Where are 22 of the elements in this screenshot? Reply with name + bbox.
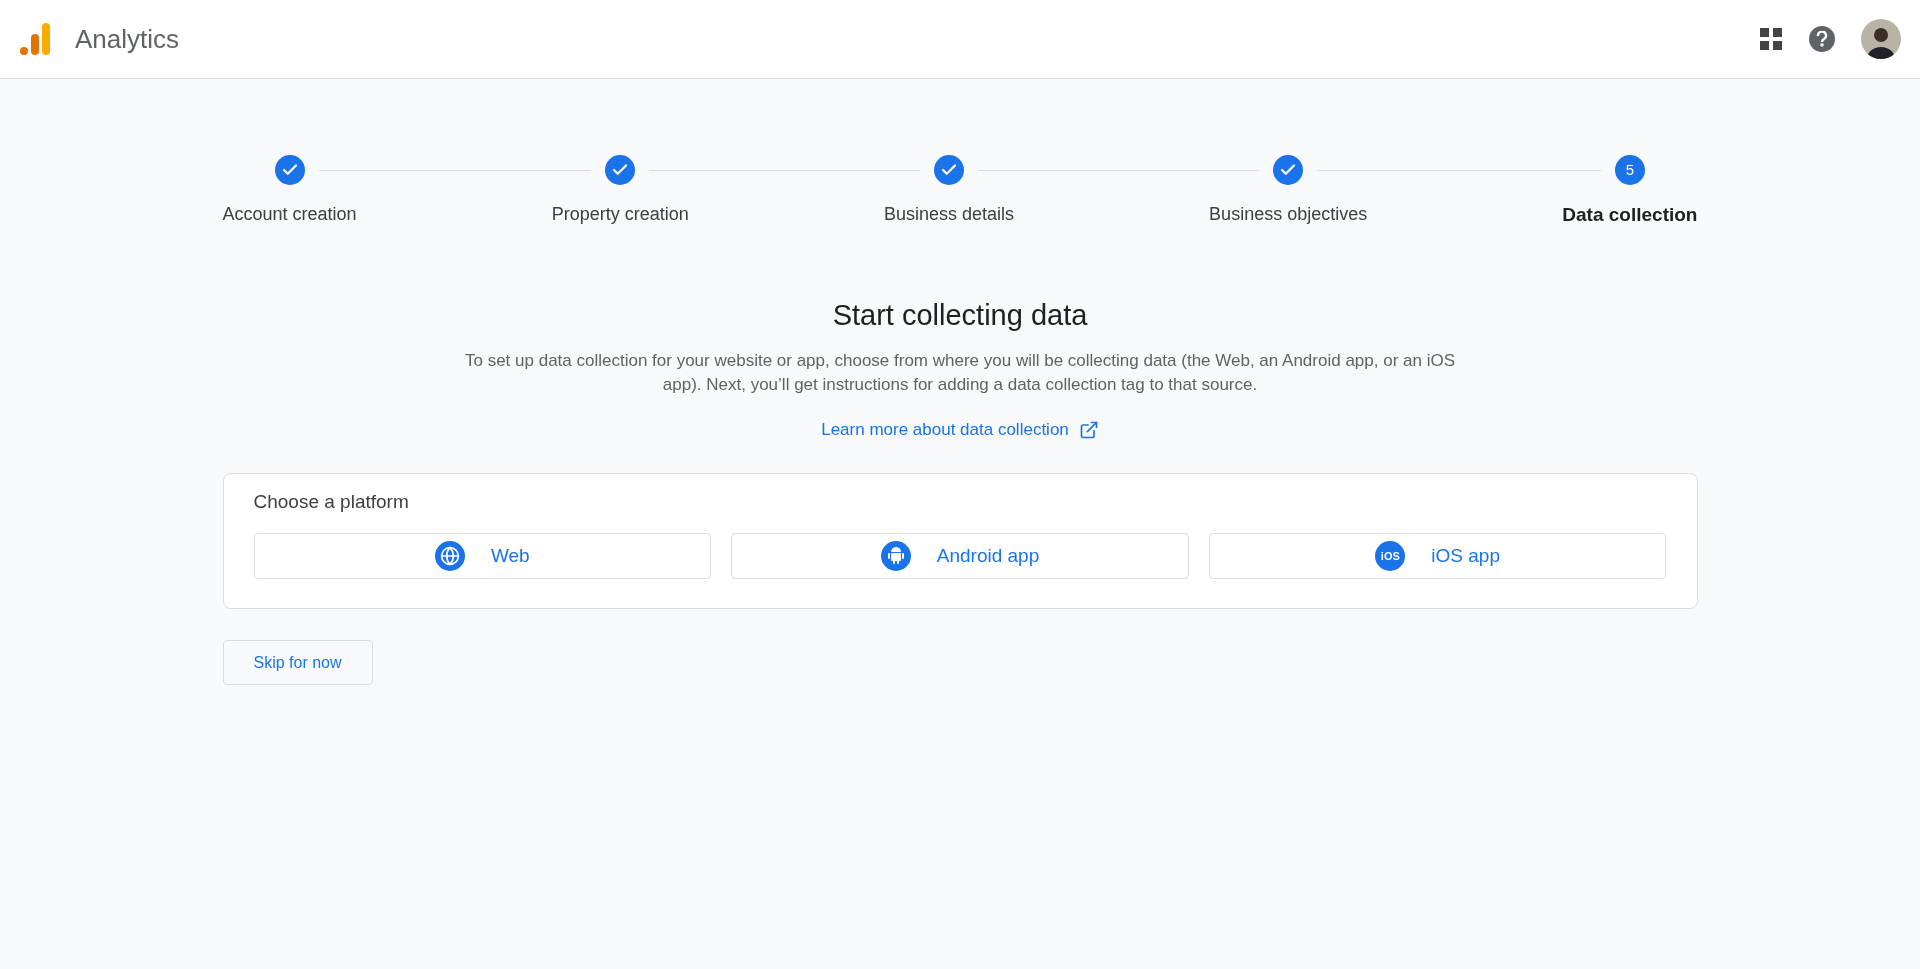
card-title: Choose a platform [253,489,410,514]
step-label: Account creation [222,203,357,226]
android-icon [880,541,911,571]
step-label: Data collection [1562,203,1698,227]
step-label: Property creation [551,203,689,226]
globe-icon [434,541,465,571]
platform-button[interactable]: Web [253,533,712,579]
app-title: Analytics [75,22,180,56]
step-label: Business details [883,203,1014,226]
bar-chart-logo-icon [19,21,51,57]
ios-icon: iOS [1375,541,1406,571]
step-label: Business objectives [1209,203,1368,226]
section-description: To set up data collection for your website or app, choose from where you will be collecting data (the Web, an Android app, or an iOS app). Next, you’ll get instructions for adding a data collection tag to that source. [464,350,1456,396]
skip-button[interactable]: Skip for now [222,640,373,685]
platform-button[interactable]: iOS iOS app [1208,533,1667,579]
platform-button[interactable]: Android app [731,533,1189,579]
help-icon[interactable] [1809,26,1835,52]
section-title: Start collecting data [831,297,1089,333]
avatar[interactable] [1861,19,1901,59]
external-link-icon [1078,419,1099,440]
apps-grid-icon[interactable] [1759,27,1783,51]
learn-more-link[interactable]: Learn more about data collection [821,417,1099,443]
